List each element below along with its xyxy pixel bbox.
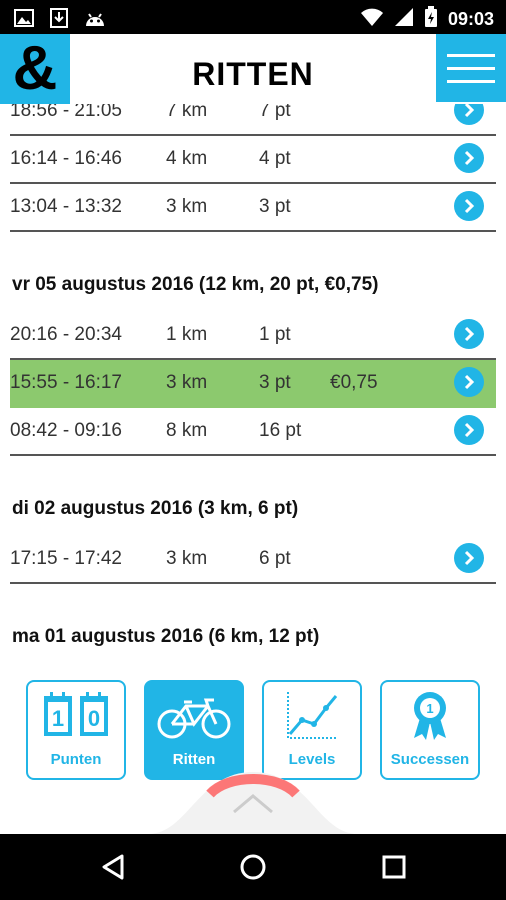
badge-number: 1 bbox=[426, 701, 433, 716]
menu-line bbox=[447, 53, 495, 57]
chevron-right-icon[interactable] bbox=[454, 319, 484, 349]
page-title: RITTEN bbox=[192, 56, 314, 92]
ride-distance: 4 km bbox=[166, 148, 208, 169]
signal-icon bbox=[394, 7, 414, 32]
day-header: vr 05 augustus 2016 (12 km, 20 pt, €0,75… bbox=[12, 274, 379, 295]
ride-time: 20:16 - 20:34 bbox=[10, 324, 122, 345]
ride-distance: 8 km bbox=[166, 420, 208, 441]
ride-points: 3 pt bbox=[259, 372, 291, 393]
punten-digit-1: 1 bbox=[52, 706, 64, 731]
nav-levels-button[interactable]: Levels bbox=[262, 680, 362, 780]
chevron-right-icon[interactable] bbox=[454, 415, 484, 445]
day-header: ma 01 augustus 2016 (6 km, 12 pt) bbox=[12, 626, 320, 647]
ride-time: 18:56 - 21:05 bbox=[10, 104, 122, 121]
nav-label: Punten bbox=[50, 751, 102, 768]
system-nav-bar bbox=[0, 834, 506, 900]
app-header: & RITTEN bbox=[0, 34, 506, 104]
menu-line bbox=[447, 79, 495, 83]
ride-row[interactable]: 17:15 - 17:42 3 km 6 pt bbox=[10, 536, 496, 584]
punten-digit-2: 0 bbox=[88, 706, 100, 731]
image-notification-icon bbox=[14, 9, 34, 32]
bicycle-icon bbox=[146, 696, 242, 740]
bottom-navigation: 1 0 Punten Ritten Levels 1 Successen bbox=[0, 664, 506, 834]
ride-row[interactable]: 18:56 - 21:05 7 km 7 pt bbox=[10, 104, 496, 136]
nav-ritten-button[interactable]: Ritten bbox=[144, 680, 244, 780]
ride-distance: 3 km bbox=[166, 372, 208, 393]
rides-list[interactable]: 18:56 - 21:05 7 km 7 pt 16:14 - 16:46 4 … bbox=[0, 104, 506, 664]
status-bar: 09:03 bbox=[0, 0, 506, 34]
award-badge-icon: 1 bbox=[382, 690, 478, 742]
menu-line bbox=[447, 66, 495, 70]
ride-row-highlighted[interactable]: 15:55 - 16:17 3 km 3 pt €0,75 bbox=[10, 360, 496, 408]
ride-points: 7 pt bbox=[259, 104, 291, 121]
pull-up-handle[interactable] bbox=[148, 772, 358, 834]
chevron-right-icon[interactable] bbox=[454, 191, 484, 221]
nav-punten-button[interactable]: 1 0 Punten bbox=[26, 680, 126, 780]
chevron-right-icon[interactable] bbox=[454, 104, 484, 125]
ride-row[interactable]: 08:42 - 09:16 8 km 16 pt bbox=[10, 408, 496, 456]
nav-label: Successen bbox=[390, 751, 470, 768]
home-icon[interactable] bbox=[240, 854, 266, 885]
ride-time: 15:55 - 16:17 bbox=[10, 372, 122, 393]
ride-points: 1 pt bbox=[259, 324, 291, 345]
ride-distance: 7 km bbox=[166, 104, 208, 121]
ride-time: 08:42 - 09:16 bbox=[10, 420, 122, 441]
ride-distance: 3 km bbox=[166, 196, 208, 217]
day-header: di 02 augustus 2016 (3 km, 6 pt) bbox=[12, 498, 299, 519]
nav-label: Levels bbox=[288, 751, 336, 768]
ride-row[interactable]: 20:16 - 20:34 1 km 1 pt bbox=[10, 312, 496, 360]
chevron-right-icon[interactable] bbox=[454, 143, 484, 173]
ride-distance: 1 km bbox=[166, 324, 208, 345]
back-icon[interactable] bbox=[101, 854, 125, 885]
ride-reward: €0,75 bbox=[330, 372, 378, 393]
ride-points: 4 pt bbox=[259, 148, 291, 169]
nav-successen-button[interactable]: 1 Successen bbox=[380, 680, 480, 780]
nav-label: Ritten bbox=[172, 751, 216, 768]
ride-points: 3 pt bbox=[259, 196, 291, 217]
scoreboard-icon: 1 0 bbox=[28, 690, 124, 740]
clock: 09:03 bbox=[447, 9, 494, 29]
ride-time: 13:04 - 13:32 bbox=[10, 196, 122, 217]
ride-time: 16:14 - 16:46 bbox=[10, 148, 122, 169]
download-notification-icon bbox=[50, 8, 68, 33]
hamburger-menu-button[interactable] bbox=[436, 34, 506, 102]
ride-distance: 3 km bbox=[166, 548, 208, 569]
battery-icon bbox=[424, 6, 438, 33]
ride-points: 6 pt bbox=[259, 548, 291, 569]
chevron-right-icon[interactable] bbox=[454, 367, 484, 397]
android-notification-icon bbox=[84, 9, 106, 32]
wifi-icon bbox=[360, 7, 384, 32]
ride-time: 17:15 - 17:42 bbox=[10, 548, 122, 569]
ride-points: 16 pt bbox=[259, 420, 302, 441]
ride-row[interactable]: 16:14 - 16:46 4 km 4 pt bbox=[10, 136, 496, 184]
chevron-right-icon[interactable] bbox=[454, 543, 484, 573]
ride-row[interactable]: 13:04 - 13:32 3 km 3 pt bbox=[10, 184, 496, 232]
recents-icon[interactable] bbox=[382, 855, 406, 884]
line-chart-icon bbox=[264, 690, 360, 742]
